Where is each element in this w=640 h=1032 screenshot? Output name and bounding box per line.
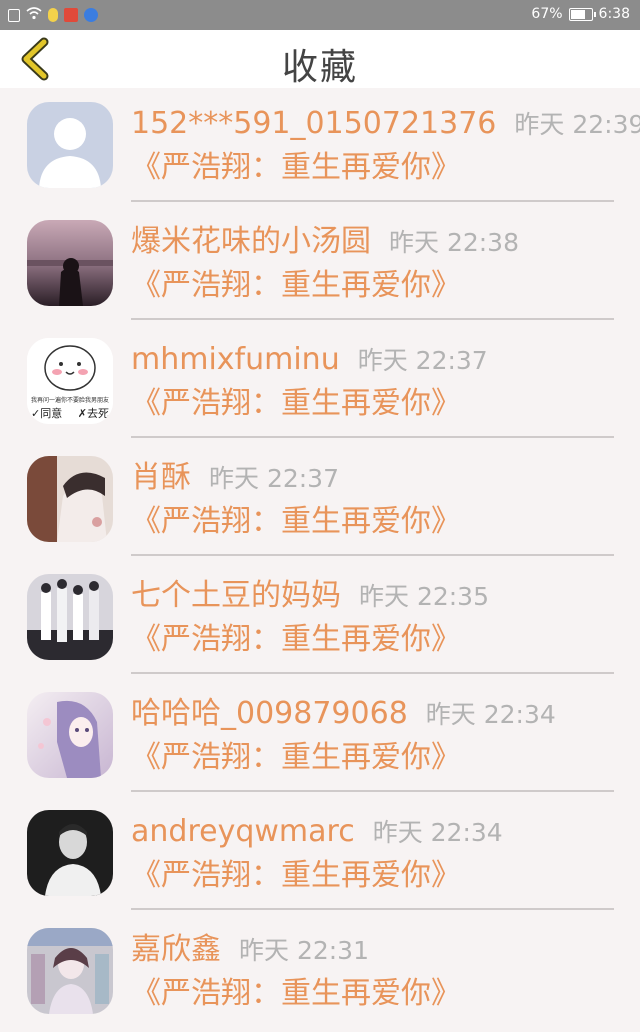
status-icons [8, 6, 98, 24]
anime-avatar-icon [27, 692, 113, 778]
avatar: 我再问一遍你不要脸我男朋友 ✓同意 ✗去死 [27, 338, 113, 424]
avatar [27, 692, 113, 778]
page-title: 收藏 [281, 47, 358, 88]
user-name: 嘉欣鑫 [131, 932, 221, 967]
photo-avatar-icon [27, 810, 113, 896]
photo-avatar-icon [27, 456, 113, 542]
photo-avatar-icon [27, 928, 113, 1014]
user-name: 爆米花味的小汤圆 [131, 224, 371, 259]
avatar [27, 928, 113, 1014]
avatar [27, 220, 113, 306]
user-name: 哈哈哈_009879068 [131, 696, 408, 731]
favorite-item[interactable]: 152***591_0150721376 昨天 22:39 《严浩翔：重生再爱你》 [0, 88, 640, 206]
photo-avatar-icon [27, 574, 113, 660]
timestamp: 昨天 22:34 [425, 700, 556, 729]
user-name: mhmixfuminu [131, 342, 340, 377]
photo-avatar-icon [27, 220, 113, 306]
sticker-agree: ✓同意 [31, 407, 63, 420]
clock: 6:38 [598, 6, 630, 22]
status-right: 67% 6:38 [531, 6, 630, 22]
default-avatar-icon [27, 102, 113, 188]
book-title: 《严浩翔：重生再爱你》 [131, 504, 461, 539]
avatar [27, 810, 113, 896]
timestamp: 昨天 22:34 [372, 818, 503, 847]
battery-percent: 67% [531, 6, 563, 22]
status-bar: 67% 6:38 [0, 0, 640, 30]
book-title: 《严浩翔：重生再爱你》 [131, 150, 461, 185]
sticker-refuse: ✗去死 [77, 407, 109, 420]
header: 收藏 [0, 30, 640, 88]
user-name: 肖酥 [131, 460, 191, 495]
user-name: 152***591_0150721376 [131, 106, 497, 141]
timestamp: 昨天 22:35 [359, 582, 489, 611]
timestamp: 昨天 22:37 [209, 464, 339, 493]
avatar [27, 456, 113, 542]
divider [131, 200, 614, 202]
divider [131, 436, 614, 438]
divider [131, 554, 614, 556]
user-name: 七个土豆的妈妈 [131, 578, 341, 613]
favorite-item[interactable]: andreyqwmarc 昨天 22:34 《严浩翔：重生再爱你》 [0, 796, 640, 914]
favorite-item[interactable]: 哈哈哈_009879068 昨天 22:34 《严浩翔：重生再爱你》 [0, 678, 640, 796]
divider [131, 318, 614, 320]
bulb-icon [48, 8, 58, 22]
app-blue-icon [84, 8, 98, 22]
timestamp: 昨天 22:37 [357, 346, 488, 375]
battery-icon [568, 7, 596, 21]
timestamp: 昨天 22:31 [239, 936, 369, 965]
favorites-list: 152***591_0150721376 昨天 22:39 《严浩翔：重生再爱你》… [0, 88, 640, 1024]
avatar [27, 102, 113, 188]
book-title: 《严浩翔：重生再爱你》 [131, 622, 461, 657]
favorite-item[interactable]: 肖酥 昨天 22:37 《严浩翔：重生再爱你》 [0, 442, 640, 560]
favorite-item[interactable]: 爆米花味的小汤圆 昨天 22:38 《严浩翔：重生再爱你》 [0, 206, 640, 324]
favorite-item[interactable]: 七个土豆的妈妈 昨天 22:35 《严浩翔：重生再爱你》 [0, 560, 640, 678]
favorite-item[interactable]: 我再问一遍你不要脸我男朋友 ✓同意 ✗去死 mhmixfuminu 昨天 22:3… [0, 324, 640, 442]
book-title: 《严浩翔：重生再爱你》 [131, 740, 461, 775]
book-title: 《严浩翔：重生再爱你》 [131, 268, 461, 303]
sticker-caption: 我再问一遍你不要脸我男朋友 [30, 397, 109, 404]
user-name: andreyqwmarc [131, 814, 355, 849]
book-title: 《严浩翔：重生再爱你》 [131, 976, 461, 1011]
book-title: 《严浩翔：重生再爱你》 [131, 386, 461, 421]
divider [131, 908, 614, 910]
notification-icon [8, 8, 20, 22]
timestamp: 昨天 22:39 [514, 110, 640, 139]
wifi-icon [26, 6, 42, 24]
divider [131, 790, 614, 792]
divider [131, 672, 614, 674]
app-red-icon [64, 8, 78, 22]
book-title: 《严浩翔：重生再爱你》 [131, 858, 461, 893]
avatar [27, 574, 113, 660]
timestamp: 昨天 22:38 [389, 228, 519, 257]
favorite-item[interactable]: 嘉欣鑫 昨天 22:31 《严浩翔：重生再爱你》 [0, 914, 640, 1032]
